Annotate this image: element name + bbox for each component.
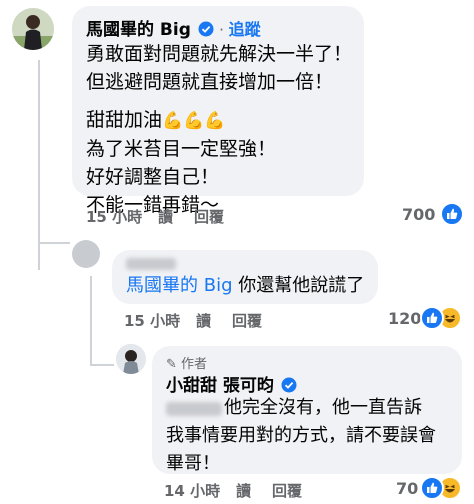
mention-link[interactable]: 馬國畢的 Big bbox=[126, 275, 233, 296]
author-avatar[interactable] bbox=[116, 344, 146, 374]
read-button[interactable]: 讀 bbox=[158, 206, 173, 227]
reaction-count[interactable]: 120 bbox=[388, 309, 421, 328]
author-badge: ✎ 作者 bbox=[166, 357, 208, 372]
thread-line-main bbox=[38, 60, 40, 270]
comment-line: 但逃避問題就直接增加一倍！ bbox=[86, 71, 334, 93]
comment-line: 好好調整自己！ bbox=[86, 166, 220, 188]
comment-text: 勇敢面對問題就先解決一半了！ 但逃避問題就直接增加一倍！ 甜甜加油💪💪💪 為了米… bbox=[86, 40, 352, 219]
timestamp[interactable]: 15 小時 bbox=[124, 310, 180, 331]
like-icon[interactable] bbox=[420, 476, 444, 500]
avatar[interactable] bbox=[12, 8, 54, 50]
verified-badge-icon bbox=[198, 21, 214, 41]
read-button[interactable]: 讀 bbox=[236, 480, 251, 501]
comment-actions: 15 小時 讀 回覆 bbox=[124, 310, 324, 330]
comment-author[interactable]: 馬國畢的 Big bbox=[86, 20, 191, 40]
muscle-emoji: 💪💪💪 bbox=[162, 111, 226, 131]
thread-line-branch bbox=[38, 242, 70, 244]
reply-button[interactable]: 回覆 bbox=[232, 310, 262, 331]
comment-text: 馬國畢的 Big 你還幫他說謊了 bbox=[126, 275, 365, 296]
comment-actions: 15 小時 讀 回覆 bbox=[86, 206, 286, 226]
comment-bubble: 馬國畢的 Big · 追蹤 勇敢面對問題就先解決一半了！ 但逃避問題就直接增加一… bbox=[72, 6, 364, 216]
follow-button[interactable]: 追蹤 bbox=[229, 20, 261, 39]
thread-line-second bbox=[90, 276, 92, 366]
pen-icon: ✎ bbox=[166, 357, 177, 372]
reaction-count[interactable]: 700 bbox=[402, 205, 435, 224]
comment-line: 勇敢面對問題就先解決一半了！ bbox=[86, 43, 353, 65]
comment-line: 甜甜加油💪💪💪 bbox=[86, 109, 226, 131]
comment-header: 馬國畢的 Big · 追蹤 bbox=[86, 20, 261, 41]
avatar-image bbox=[116, 344, 146, 374]
comment-bubble: 馬國畢的 Big 你還幫他說謊了 bbox=[112, 250, 378, 304]
like-icon[interactable] bbox=[440, 202, 464, 226]
timestamp[interactable]: 15 小時 bbox=[86, 206, 142, 227]
comment-line: 我事情要用對的方式，請不要誤會 bbox=[166, 425, 436, 446]
comment-line: 他完全沒有，他一直告訴 bbox=[224, 397, 422, 418]
read-button[interactable]: 讀 bbox=[196, 310, 211, 331]
comment-line: 畢哥！ bbox=[166, 453, 220, 474]
avatar[interactable] bbox=[72, 240, 100, 268]
like-icon[interactable] bbox=[420, 306, 444, 330]
reply-button[interactable]: 回覆 bbox=[194, 206, 224, 227]
comment-actions: 14 小時 讀 回覆 bbox=[164, 480, 364, 500]
blurred-author-name bbox=[126, 258, 176, 270]
comment-bubble: ✎ 作者 小甜甜 張可昀 他完全沒有，他一直告訴 我事情要用對的方式，請不要誤會… bbox=[152, 346, 462, 474]
reply-button[interactable]: 回覆 bbox=[272, 480, 302, 501]
comment-author[interactable]: 小甜甜 張可昀 bbox=[166, 376, 274, 396]
reaction-count[interactable]: 70 bbox=[396, 479, 418, 498]
timestamp[interactable]: 14 小時 bbox=[164, 480, 220, 501]
avatar-image bbox=[12, 8, 54, 50]
comment-text: 他完全沒有，他一直告訴 我事情要用對的方式，請不要誤會 畢哥！ bbox=[166, 394, 436, 478]
comment-line: 為了米苔目一定堅強！ bbox=[86, 138, 277, 160]
thread-line-branch-2 bbox=[90, 364, 114, 366]
